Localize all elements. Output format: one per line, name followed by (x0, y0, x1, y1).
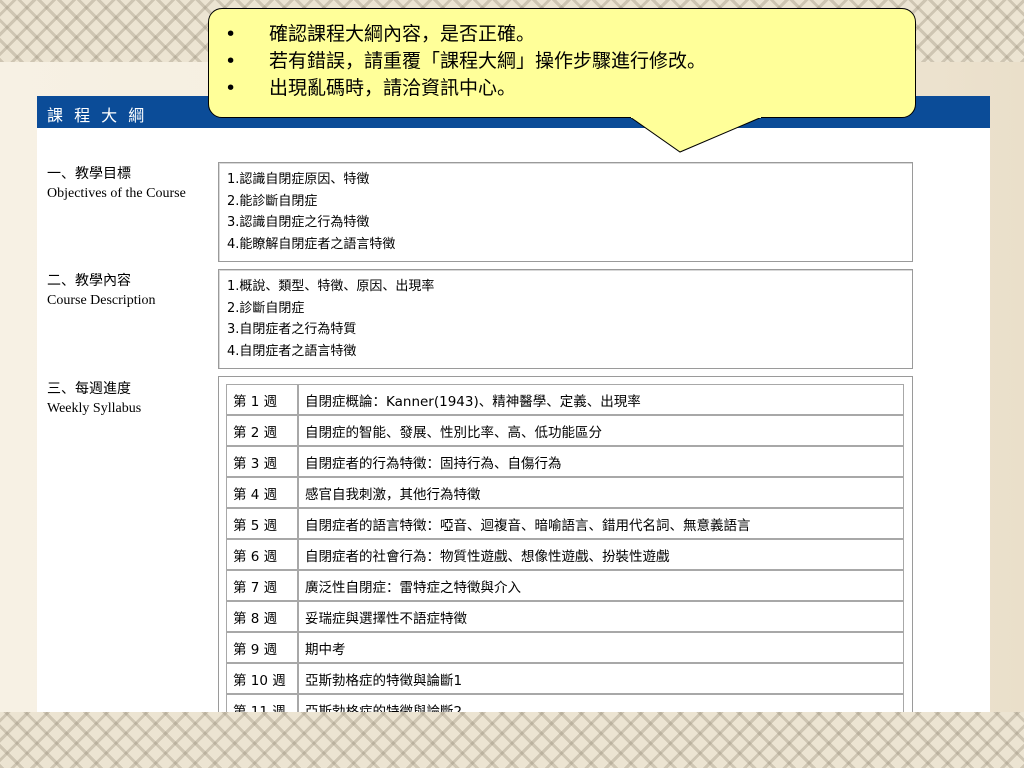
week-cell: 第 7 週 (226, 570, 298, 601)
table-row: 第 7 週廣泛性自閉症：雷特症之特徵與介入 (226, 570, 904, 601)
topic-cell: 自閉症者的社會行為：物質性遊戲、想像性遊戲、扮裝性遊戲 (298, 539, 904, 570)
table-row: 第 3 週自閉症者的行為特徵：固持行為、自傷行為 (226, 446, 904, 477)
topic-cell: 自閉症的智能、發展、性別比率、高、低功能區分 (298, 415, 904, 446)
table-row: 第 6 週自閉症者的社會行為：物質性遊戲、想像性遊戲、扮裝性遊戲 (226, 539, 904, 570)
bullet-icon: • (225, 50, 237, 72)
table-row: 第 5 週自閉症者的語言特徵：啞音、迴複音、暗喻語言、錯用代名詞、無意義語言 (226, 508, 904, 539)
description-item: 1.概說、類型、特徵、原因、出現率 (227, 279, 435, 294)
callout-item: • 若有錯誤，請重覆「課程大綱」操作步驟進行修改。 (209, 48, 915, 75)
topic-cell: 感官自我刺激，其他行為特徵 (298, 477, 904, 508)
objective-item: 3.認識自閉症之行為特徵 (227, 215, 370, 230)
page-title: 課 程 大 綱 (47, 106, 148, 125)
objectives-label: 一、教學目標 Objectives of the Course (47, 164, 186, 204)
decorative-border-bottom (0, 712, 1024, 768)
objective-item: 2.能診斷自閉症 (227, 193, 318, 209)
description-label-en: Course Description (47, 293, 156, 308)
week-cell: 第 5 週 (226, 508, 298, 539)
bullet-icon: • (225, 77, 237, 99)
week-cell: 第 8 週 (226, 601, 298, 632)
table-row: 第 9 週期中考 (226, 632, 904, 663)
week-cell: 第 11 週 (226, 694, 298, 712)
topic-cell: 自閉症者的行為特徵：固持行為、自傷行為 (298, 446, 904, 477)
table-row: 第 8 週妥瑞症與選擇性不語症特徵 (226, 601, 904, 632)
weekly-label: 三、每週進度 Weekly Syllabus (47, 379, 141, 419)
description-item: 2.診斷自閉症 (227, 300, 305, 316)
weekly-syllabus-box: 第 1 週自閉症概論：Kanner(1943)、精神醫學、定義、出現率 第 2 … (218, 376, 913, 712)
topic-cell: 妥瑞症與選擇性不語症特徵 (298, 601, 904, 632)
table-row: 第 1 週自閉症概論：Kanner(1943)、精神醫學、定義、出現率 (226, 384, 904, 415)
objectives-label-zh: 一、教學目標 (47, 166, 131, 182)
callout-text: 確認課程大綱內容，是否正確。 (269, 23, 536, 45)
objectives-label-en: Objectives of the Course (47, 186, 186, 201)
table-row: 第 4 週感官自我刺激，其他行為特徵 (226, 477, 904, 508)
week-cell: 第 9 週 (226, 632, 298, 663)
weekly-label-en: Weekly Syllabus (47, 401, 142, 416)
callout-list: • 確認課程大綱內容，是否正確。 • 若有錯誤，請重覆「課程大綱」操作步驟進行修改。… (209, 9, 915, 102)
week-cell: 第 10 週 (226, 663, 298, 694)
week-cell: 第 2 週 (226, 415, 298, 446)
description-label: 二、教學內容 Course Description (47, 271, 155, 311)
week-cell: 第 4 週 (226, 477, 298, 508)
objectives-box: 1.認識自閉症原因、特徵 2.能診斷自閉症 3.認識自閉症之行為特徵 4.能瞭解… (218, 162, 913, 262)
weekly-table: 第 1 週自閉症概論：Kanner(1943)、精神醫學、定義、出現率 第 2 … (226, 384, 904, 712)
description-box: 1.概說、類型、特徵、原因、出現率 2.診斷自閉症 3.自閉症者之行為特質 4.… (218, 269, 913, 369)
topic-cell: 亞斯勃格症的特徵與論斷1 (298, 663, 904, 694)
objective-item: 1.認識自閉症原因、特徵 (227, 172, 370, 187)
week-cell: 第 1 週 (226, 384, 298, 415)
objective-item: 4.能瞭解自閉症者之語言特徵 (227, 236, 396, 252)
topic-cell: 自閉症概論：Kanner(1943)、精神醫學、定義、出現率 (298, 384, 904, 415)
topic-cell: 廣泛性自閉症：雷特症之特徵與介入 (298, 570, 904, 601)
callout-text: 若有錯誤，請重覆「課程大綱」操作步驟進行修改。 (269, 50, 707, 72)
description-item: 4.自閉症者之語言特徵 (227, 343, 357, 359)
instruction-callout: • 確認課程大綱內容，是否正確。 • 若有錯誤，請重覆「課程大綱」操作步驟進行修改。… (208, 8, 916, 118)
table-row: 第 2 週自閉症的智能、發展、性別比率、高、低功能區分 (226, 415, 904, 446)
callout-text: 出現亂碼時，請洽資訊中心。 (269, 77, 517, 99)
description-label-zh: 二、教學內容 (47, 273, 131, 289)
topic-cell: 自閉症者的語言特徵：啞音、迴複音、暗喻語言、錯用代名詞、無意義語言 (298, 508, 904, 539)
week-cell: 第 3 週 (226, 446, 298, 477)
bullet-icon: • (225, 23, 237, 45)
weekly-label-zh: 三、每週進度 (47, 381, 131, 397)
week-cell: 第 6 週 (226, 539, 298, 570)
table-row: 第 10 週亞斯勃格症的特徵與論斷1 (226, 663, 904, 694)
callout-item: • 確認課程大綱內容，是否正確。 (209, 21, 915, 48)
description-item: 3.自閉症者之行為特質 (227, 322, 357, 337)
table-row: 第 11 週亞斯勃格症的特徵與論斷2 (226, 694, 904, 712)
syllabus-panel: 課 程 大 綱 一、教學目標 Objectives of the Course … (37, 96, 990, 712)
topic-cell: 亞斯勃格症的特徵與論斷2 (298, 694, 904, 712)
callout-item: • 出現亂碼時，請洽資訊中心。 (209, 75, 915, 102)
topic-cell: 期中考 (298, 632, 904, 663)
